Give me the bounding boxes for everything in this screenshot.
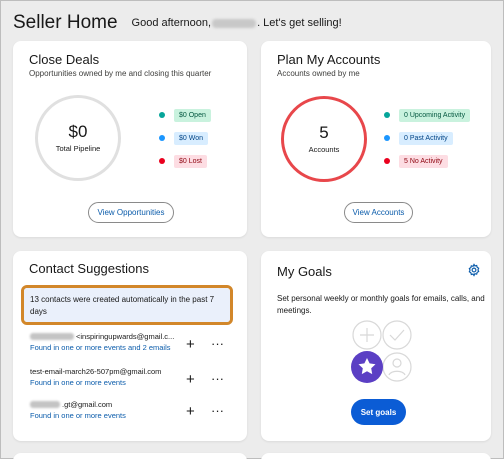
plan-accounts-card: Plan My Accounts Accounts owned by me 5 … [261, 41, 491, 237]
close-deals-card: Close Deals Opportunities owned by me an… [13, 41, 247, 237]
legend-won[interactable]: $0 Won [159, 131, 211, 145]
more-actions-icon[interactable]: ··· [211, 337, 224, 350]
contact-email-text: .gt@gmail.com [62, 400, 113, 409]
check-circle-icon [382, 320, 412, 350]
lost-badge: $0 Lost [174, 154, 207, 168]
accounts-count: 5 [319, 123, 329, 142]
greeting-text: Good afternoon, . Let's get selling! [132, 17, 342, 29]
more-actions-icon[interactable]: ··· [211, 372, 224, 385]
legend-past-activity[interactable]: 0 Past Activity [384, 131, 470, 145]
add-contact-icon[interactable]: + [186, 337, 195, 352]
plan-accounts-subtitle: Accounts owned by me [277, 69, 360, 78]
redacted-user-name [212, 18, 257, 28]
status-dot [384, 135, 390, 141]
view-opportunities-button[interactable]: View Opportunities [88, 202, 174, 223]
contact-source-link[interactable]: Found in one or more events [30, 411, 240, 420]
total-pipeline-value: $0 [68, 122, 88, 141]
accounts-label: Accounts [308, 145, 340, 154]
won-badge: $0 Won [174, 131, 208, 145]
my-goals-description: Set personal weekly or monthly goals for… [277, 294, 485, 315]
status-dot [159, 112, 165, 118]
past-activity-badge: 0 Past Activity [399, 131, 453, 145]
contact-email: .gt@gmail.com [30, 400, 240, 409]
next-card-peek [13, 453, 247, 459]
goals-illustration [351, 320, 412, 383]
close-deals-legend: $0 Open $0 Won $0 Lost [159, 108, 211, 178]
contact-suggestion-row[interactable]: <inspiringupwards@gmail.c... Found in on… [30, 332, 240, 352]
legend-open[interactable]: $0 Open [159, 108, 211, 122]
set-goals-button[interactable]: Set goals [351, 399, 406, 425]
status-dot [159, 135, 165, 141]
check-glyph-icon [389, 329, 405, 341]
status-dot [384, 112, 390, 118]
contact-source-link[interactable]: Found in one or more events [30, 378, 240, 387]
notice-text: 13 contacts were created automatically i… [24, 288, 230, 322]
total-pipeline-label: Total Pipeline [55, 144, 101, 153]
status-dot [384, 158, 390, 164]
legend-no-activity[interactable]: 5 No Activity [384, 154, 470, 168]
no-activity-badge: 5 No Activity [399, 154, 448, 168]
contact-email-text: <inspiringupwards@gmail.c... [76, 332, 175, 341]
contact-source-link[interactable]: Found in one or more events and 2 emails [30, 343, 240, 352]
auto-created-contacts-notice[interactable]: 13 contacts were created automatically i… [21, 285, 233, 325]
accounts-ring: 5 Accounts [281, 96, 367, 182]
total-pipeline-ring: $0 Total Pipeline [35, 95, 121, 181]
page-title: Seller Home [13, 12, 118, 33]
add-contact-icon[interactable]: + [186, 404, 195, 419]
my-goals-title: My Goals [277, 264, 332, 279]
plus-glyph-icon [360, 328, 374, 342]
close-deals-subtitle: Opportunities owned by me and closing th… [29, 69, 212, 78]
greeting-suffix: . Let's get selling! [257, 17, 342, 29]
plan-accounts-title: Plan My Accounts [277, 52, 381, 67]
greeting-prefix: Good afternoon, [131, 17, 212, 29]
contact-email-text: test-email-march26-507pm@gmail.com [30, 367, 162, 376]
more-actions-icon[interactable]: ··· [211, 404, 224, 417]
plan-accounts-legend: 0 Upcoming Activity 0 Past Activity 5 No… [384, 108, 471, 178]
contact-suggestion-row[interactable]: test-email-march26-507pm@gmail.com Found… [30, 367, 240, 387]
redacted-contact-name [30, 333, 74, 340]
contact-email: test-email-march26-507pm@gmail.com [30, 367, 240, 376]
view-accounts-button[interactable]: View Accounts [344, 202, 413, 223]
status-dot [159, 158, 165, 164]
open-badge: $0 Open [174, 108, 211, 122]
contact-email: <inspiringupwards@gmail.c... [30, 332, 240, 341]
gear-icon[interactable] [467, 263, 481, 277]
page-header: Seller Home Good afternoon, . Let's get … [13, 11, 342, 35]
close-deals-title: Close Deals [29, 52, 100, 67]
legend-lost[interactable]: $0 Lost [159, 154, 211, 168]
contact-suggestion-row[interactable]: .gt@gmail.com Found in one or more event… [30, 400, 240, 420]
redacted-contact-name [30, 401, 60, 408]
contact-suggestions-title: Contact Suggestions [29, 261, 149, 276]
next-card-peek [261, 453, 491, 459]
legend-upcoming-activity[interactable]: 0 Upcoming Activity [384, 108, 471, 122]
add-contact-icon[interactable]: + [186, 372, 195, 387]
upcoming-activity-badge: 0 Upcoming Activity [399, 108, 471, 122]
